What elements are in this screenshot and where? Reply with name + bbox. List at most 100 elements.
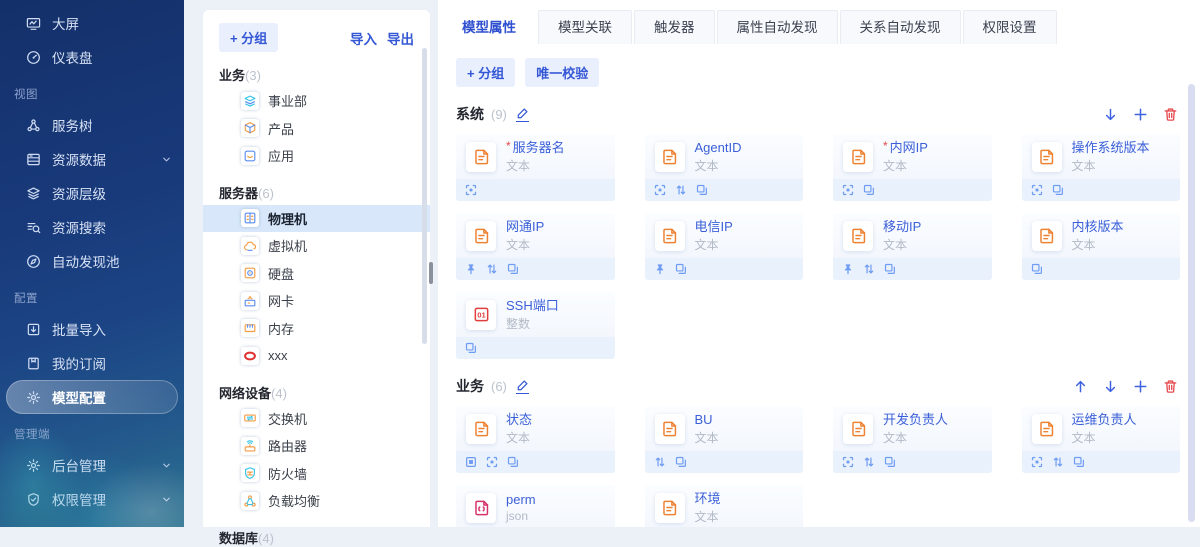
sidebar-item[interactable]: 后台管理 [0, 448, 184, 482]
sort-icon[interactable] [675, 184, 687, 196]
focus-icon[interactable] [842, 456, 854, 468]
tab[interactable]: 属性自动发现 [717, 10, 838, 44]
focus-icon[interactable] [465, 184, 477, 196]
edit-pencil-icon[interactable] [516, 107, 529, 122]
attribute-card[interactable]: * 操作系统版本 文本 [1022, 134, 1181, 201]
copy-icon[interactable] [507, 263, 519, 275]
focus-icon[interactable] [486, 456, 498, 468]
trash-icon[interactable] [1163, 107, 1178, 122]
edit-pencil-icon[interactable] [516, 379, 529, 394]
attribute-card[interactable]: * 网通IP 文本 [456, 213, 615, 280]
sidebar-item[interactable]: 模型配置 [6, 380, 178, 414]
copy-icon[interactable] [884, 263, 896, 275]
model-item[interactable]: 交换机 [219, 405, 414, 433]
sidebar-item[interactable]: 资源搜索 [0, 210, 184, 244]
sidebar-item-label: 后台管理 [52, 455, 106, 475]
attribute-card[interactable]: 01 * SSH端口 整数 [456, 292, 615, 359]
attribute-card[interactable]: * 运维负责人 文本 [1022, 406, 1181, 473]
sort-icon[interactable] [486, 263, 498, 275]
model-item[interactable]: 硬盘 [219, 260, 414, 288]
arrow-down-icon[interactable] [1103, 379, 1118, 394]
plus-icon[interactable] [1133, 379, 1148, 394]
sidebar-item[interactable]: 自动发现池 [0, 244, 184, 278]
sidebar-item[interactable]: 大屏 [0, 6, 184, 40]
text-field-icon [466, 142, 496, 172]
copy-icon[interactable] [696, 184, 708, 196]
model-item[interactable]: 虚拟机 [219, 232, 414, 260]
attribute-card[interactable]: * AgentID 文本 [645, 134, 804, 201]
attribute-name: 内网IP [890, 140, 928, 155]
attribute-card[interactable]: * 环境 文本 [645, 485, 804, 527]
plus-icon[interactable] [1133, 107, 1148, 122]
tab[interactable]: 模型关联 [538, 10, 632, 44]
import-link[interactable]: 导入 [350, 28, 377, 48]
export-link[interactable]: 导出 [387, 28, 414, 48]
focus-icon[interactable] [1031, 456, 1043, 468]
focus-icon[interactable] [1031, 184, 1043, 196]
arrow-up-icon[interactable] [1073, 379, 1088, 394]
model-item[interactable]: 防火墙 [219, 460, 414, 488]
tab[interactable]: 触发器 [634, 10, 715, 44]
copy-icon[interactable] [863, 184, 875, 196]
copy-icon[interactable] [884, 456, 896, 468]
copy-icon[interactable] [675, 263, 687, 275]
copy-icon[interactable] [1073, 456, 1085, 468]
copy-icon[interactable] [675, 456, 687, 468]
model-item[interactable]: 事业部 [219, 87, 414, 115]
attribute-card[interactable]: * 内网IP 文本 [833, 134, 992, 201]
sidebar-item[interactable]: 服务树 [0, 108, 184, 142]
pin-icon[interactable] [465, 263, 477, 275]
tab[interactable]: 关系自动发现 [840, 10, 961, 44]
pin-icon[interactable] [654, 263, 666, 275]
sort-icon[interactable] [1052, 456, 1064, 468]
sidebar-item[interactable]: 资源层级 [0, 176, 184, 210]
square-icon[interactable] [465, 456, 477, 468]
attribute-name: 操作系统版本 [1072, 140, 1150, 155]
model-item[interactable]: 物理机 [203, 205, 430, 233]
attribute-type-label: 文本 [883, 236, 921, 253]
trash-icon[interactable] [1163, 379, 1178, 394]
copy-icon[interactable] [507, 456, 519, 468]
attribute-card[interactable]: * 电信IP 文本 [645, 213, 804, 280]
attribute-card[interactable]: * perm json [456, 485, 615, 527]
attribute-card[interactable]: * 开发负责人 文本 [833, 406, 992, 473]
unique-check-button[interactable]: 唯一校验 [525, 58, 599, 87]
focus-icon[interactable] [842, 184, 854, 196]
sort-icon[interactable] [654, 456, 666, 468]
model-panel-scrollbar[interactable] [422, 48, 427, 344]
attribute-card[interactable]: * 内核版本 文本 [1022, 213, 1181, 280]
attribute-card[interactable]: * 状态 文本 [456, 406, 615, 473]
model-item[interactable]: 应用 [219, 142, 414, 170]
pin-icon[interactable] [842, 263, 854, 275]
attribute-card[interactable]: * 移动IP 文本 [833, 213, 992, 280]
sidebar-item[interactable]: 仪表盘 [0, 40, 184, 74]
panel-resize-handle[interactable] [429, 262, 433, 284]
model-item[interactable]: 负载均衡 [219, 487, 414, 515]
sidebar-item-label: 我的订阅 [52, 353, 106, 373]
sidebar-item[interactable]: 权限管理 [0, 482, 184, 516]
add-attribute-group-button[interactable]: + 分组 [456, 58, 515, 87]
tab[interactable]: 权限设置 [963, 10, 1057, 44]
arrow-down-icon[interactable] [1103, 107, 1118, 122]
model-item[interactable]: 产品 [219, 115, 414, 143]
main-scrollbar[interactable] [1188, 84, 1195, 522]
copy-icon[interactable] [465, 342, 477, 354]
copy-icon[interactable] [1052, 184, 1064, 196]
sidebar-item[interactable]: 资源数据 [0, 142, 184, 176]
copy-icon[interactable] [1031, 263, 1043, 275]
add-group-button[interactable]: + 分组 [219, 23, 278, 52]
sort-icon[interactable] [863, 263, 875, 275]
sidebar-item[interactable]: 批量导入 [0, 312, 184, 346]
sort-icon[interactable] [863, 456, 875, 468]
model-item[interactable]: 网卡 [219, 287, 414, 315]
sidebar-item[interactable]: 我的订阅 [0, 346, 184, 380]
focus-icon[interactable] [654, 184, 666, 196]
attribute-type-label: 文本 [695, 236, 733, 253]
tab[interactable]: 模型属性 [442, 10, 536, 44]
attribute-name: 网通IP [506, 219, 544, 234]
model-item[interactable]: 路由器 [219, 432, 414, 460]
attribute-card[interactable]: * BU 文本 [645, 406, 804, 473]
attribute-card[interactable]: * 服务器名 文本 [456, 134, 615, 201]
model-item[interactable]: xxx [219, 342, 414, 370]
model-item[interactable]: 内存 [219, 315, 414, 343]
